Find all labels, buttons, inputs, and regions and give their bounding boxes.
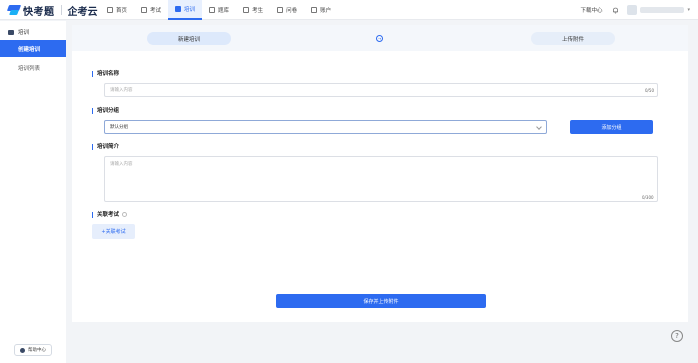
sidebar: 培训 创建培训 培训列表 帮助中心 (0, 21, 66, 363)
question-bank-icon (209, 7, 216, 13)
nav-label: 培训 (184, 7, 196, 13)
training-icon (8, 29, 14, 35)
candidate-icon (243, 7, 250, 13)
sidebar-section-training: 培训 (8, 28, 29, 36)
avatar[interactable] (627, 5, 638, 15)
info-icon[interactable] (122, 212, 128, 217)
training-intro-textarea[interactable]: 请输入内容 (104, 156, 658, 202)
training-intro-count: 0/300 (642, 195, 654, 200)
training-intro-label: 培训简介 (92, 144, 119, 150)
help-icon (20, 347, 25, 353)
home-icon (107, 7, 113, 13)
nav-item-survey[interactable]: 问卷 (270, 0, 304, 20)
brand-sub: 企考云 (67, 6, 98, 18)
help-center-label: 帮助中心 (28, 348, 46, 353)
question-mark-icon[interactable]: ? (671, 330, 683, 342)
exam-icon (141, 7, 148, 13)
training-icon (175, 6, 182, 12)
chevron-down-icon[interactable]: ▾ (687, 7, 690, 13)
training-intro-placeholder: 请输入内容 (110, 162, 133, 167)
brand-name: 快考题 (23, 6, 55, 18)
link-exam-button[interactable]: +关联考试 (92, 224, 135, 239)
nav-label: 考生 (252, 8, 264, 14)
chevron-down-icon (536, 124, 542, 130)
training-group-select[interactable]: 默认分组 (104, 120, 547, 134)
nav-label: 题库 (218, 8, 230, 14)
nav-label: 账户 (320, 8, 332, 14)
save-and-upload-button[interactable]: 保存并上传附件 (276, 294, 486, 308)
nav-label: 首页 (116, 8, 128, 14)
nav-label: 考试 (150, 8, 162, 14)
arrow-right-icon: → (376, 35, 383, 42)
notification-icon[interactable] (612, 7, 619, 14)
link-exam-label-text: 关联考试 (97, 212, 120, 218)
nav-item-question-bank[interactable]: 题库 (202, 0, 236, 20)
step-bar: 新建培训 → 上传附件 (72, 25, 688, 51)
account-icon (311, 7, 318, 13)
sidebar-item-label: 创建培训 (18, 46, 41, 53)
nav-item-training[interactable]: 培训 (168, 0, 203, 20)
training-name-count: 0/50 (645, 88, 654, 93)
download-center-link[interactable]: 下载中心 (580, 6, 602, 14)
survey-icon (277, 7, 284, 13)
nav-item-home[interactable]: 首页 (100, 0, 134, 20)
top-bar: 快考题 企考云 首页 考试 培训 题库 考生 问卷 账户 下载中心 ▾ (0, 0, 698, 20)
sidebar-item-create-training[interactable]: 创建培训 (0, 40, 66, 57)
nav-item-exam[interactable]: 考试 (134, 0, 168, 20)
training-name-placeholder: 请输入内容 (110, 88, 133, 93)
sidebar-item-label: 培训列表 (18, 65, 41, 72)
training-name-label: 培训名称 (92, 71, 119, 77)
training-name-input[interactable]: 请输入内容 (104, 83, 658, 97)
training-group-value: 默认分组 (110, 125, 128, 130)
link-exam-label: 关联考试 (92, 212, 128, 218)
brand-logo[interactable]: 快考题 企考云 (6, 3, 98, 18)
nav-item-account[interactable]: 账户 (304, 0, 338, 20)
main-nav: 首页 考试 培训 题库 考生 问卷 账户 (100, 0, 338, 20)
main-panel: 新建培训 → 上传附件 培训名称 请输入内容 0/50 培训分组 默认分组 添加… (72, 25, 688, 322)
help-center-button[interactable]: 帮助中心 (14, 344, 52, 356)
sidebar-item-training-list[interactable]: 培训列表 (0, 59, 66, 76)
step-upload-attachment[interactable]: 上传附件 (531, 32, 615, 45)
add-group-button[interactable]: 添加分组 (570, 120, 653, 134)
brand-divider (60, 5, 62, 15)
sidebar-section-label: 培训 (18, 30, 30, 36)
nav-item-candidate[interactable]: 考生 (236, 0, 270, 20)
logo-icon (6, 5, 22, 15)
training-group-label: 培训分组 (92, 108, 119, 114)
header-actions: 下载中心 ▾ (580, 0, 690, 20)
nav-label: 问卷 (286, 8, 298, 14)
step-new-training[interactable]: 新建培训 (147, 32, 231, 45)
username-blurred[interactable] (640, 7, 685, 13)
